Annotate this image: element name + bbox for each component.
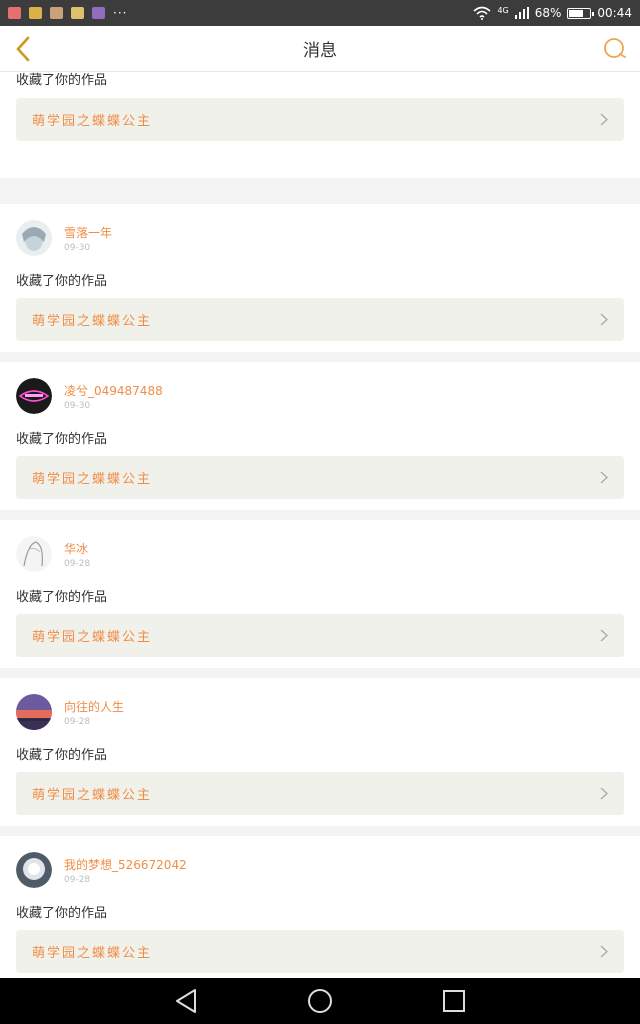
username[interactable]: 雪落一年: [64, 224, 112, 241]
activity-text: 收藏了你的作品: [16, 274, 108, 289]
nav-home-button[interactable]: [307, 988, 333, 1014]
app-icon: [8, 7, 21, 19]
avatar[interactable]: [16, 852, 52, 888]
list-item: 向往的人生 09-28 收藏了你的作品 萌学园之蝶蝶公主: [0, 678, 640, 826]
work-link[interactable]: 萌学园之蝶蝶公主: [16, 456, 624, 499]
activity-text: 收藏了你的作品: [16, 432, 108, 447]
chevron-right-icon: [600, 945, 608, 958]
app-icon: [50, 7, 63, 19]
username[interactable]: 向往的人生: [64, 698, 124, 715]
work-link[interactable]: 萌学园之蝶蝶公主: [16, 930, 624, 973]
chevron-right-icon: [600, 787, 608, 800]
avatar-image: [16, 378, 52, 414]
square-recents-icon: [443, 990, 465, 1012]
activity-text: 收藏了你的作品: [16, 73, 108, 88]
battery-percent: 68%: [534, 6, 562, 20]
chevron-left-icon: [16, 36, 30, 62]
app-icon: [29, 7, 42, 19]
list-item: 我的梦想_526672042 09-28 收藏了你的作品 萌学园之蝶蝶公主: [0, 836, 640, 978]
list-item: 华冰 09-28 收藏了你的作品 萌学园之蝶蝶公主: [0, 520, 640, 668]
timestamp: 09-30: [64, 243, 91, 253]
nav-back-button[interactable]: [173, 988, 199, 1014]
avatar[interactable]: [16, 378, 52, 414]
work-title: 萌学园之蝶蝶公主: [32, 788, 153, 803]
timestamp: 09-28: [64, 717, 91, 727]
avatar-image: [16, 694, 52, 730]
list-item: 雪落一年 09-30 收藏了你的作品 萌学园之蝶蝶公主: [0, 204, 640, 352]
back-button[interactable]: [8, 34, 38, 64]
username[interactable]: 华冰: [64, 540, 88, 557]
nav-recents-button[interactable]: [441, 988, 467, 1014]
activity-text: 收藏了你的作品: [16, 590, 108, 605]
app-icon: [92, 7, 105, 19]
more-notifications: ···: [113, 6, 128, 20]
chevron-right-icon: [600, 113, 608, 126]
page-title: 消息: [303, 41, 337, 61]
avatar-image: [16, 536, 52, 572]
battery-icon: [567, 7, 595, 19]
clock: 00:44: [597, 6, 632, 20]
message-list[interactable]: 赤蛛 09-30 收藏了你的作品 萌学园之蝶蝶公主 雪落一年 09-30 收藏了…: [0, 72, 640, 978]
work-link[interactable]: 萌学园之蝶蝶公主: [16, 614, 624, 657]
avatar-image: [16, 220, 52, 256]
work-title: 萌学园之蝶蝶公主: [32, 630, 153, 645]
timestamp: 09-28: [64, 875, 91, 885]
chevron-right-icon: [600, 313, 608, 326]
activity-text: 收藏了你的作品: [16, 906, 108, 921]
timestamp: 09-30: [64, 401, 91, 411]
username[interactable]: 凌兮_049487488: [64, 382, 163, 399]
timestamp: 09-28: [64, 559, 91, 569]
search-icon[interactable]: [602, 36, 628, 62]
work-link[interactable]: 萌学园之蝶蝶公主: [16, 298, 624, 341]
circle-home-icon: [308, 989, 332, 1013]
work-link[interactable]: 萌学园之蝶蝶公主: [16, 98, 624, 141]
work-title: 萌学园之蝶蝶公主: [32, 314, 153, 329]
work-title: 萌学园之蝶蝶公主: [32, 114, 153, 129]
system-nav-bar: [0, 978, 640, 1024]
username[interactable]: 我的梦想_526672042: [64, 856, 187, 873]
app-icon: [71, 7, 84, 19]
network-type: 4G: [497, 6, 509, 15]
chevron-right-icon: [600, 629, 608, 642]
avatar[interactable]: [16, 536, 52, 572]
wifi-icon: [473, 6, 491, 20]
notification-icons: ···: [8, 6, 127, 20]
activity-text: 收藏了你的作品: [16, 748, 108, 763]
work-title: 萌学园之蝶蝶公主: [32, 472, 153, 487]
triangle-back-icon: [176, 989, 196, 1013]
list-item: 凌兮_049487488 09-30 收藏了你的作品 萌学园之蝶蝶公主: [0, 362, 640, 510]
signal-icon: [514, 7, 529, 19]
work-title: 萌学园之蝶蝶公主: [32, 946, 153, 961]
header-bar: 消息: [0, 26, 640, 72]
avatar-image: [16, 852, 52, 888]
work-link[interactable]: 萌学园之蝶蝶公主: [16, 772, 624, 815]
chevron-right-icon: [600, 471, 608, 484]
avatar[interactable]: [16, 694, 52, 730]
status-bar: ··· 4G 68% 00:44: [0, 0, 640, 26]
avatar[interactable]: [16, 220, 52, 256]
list-item: 赤蛛 09-30 收藏了你的作品 萌学园之蝶蝶公主: [0, 72, 640, 178]
